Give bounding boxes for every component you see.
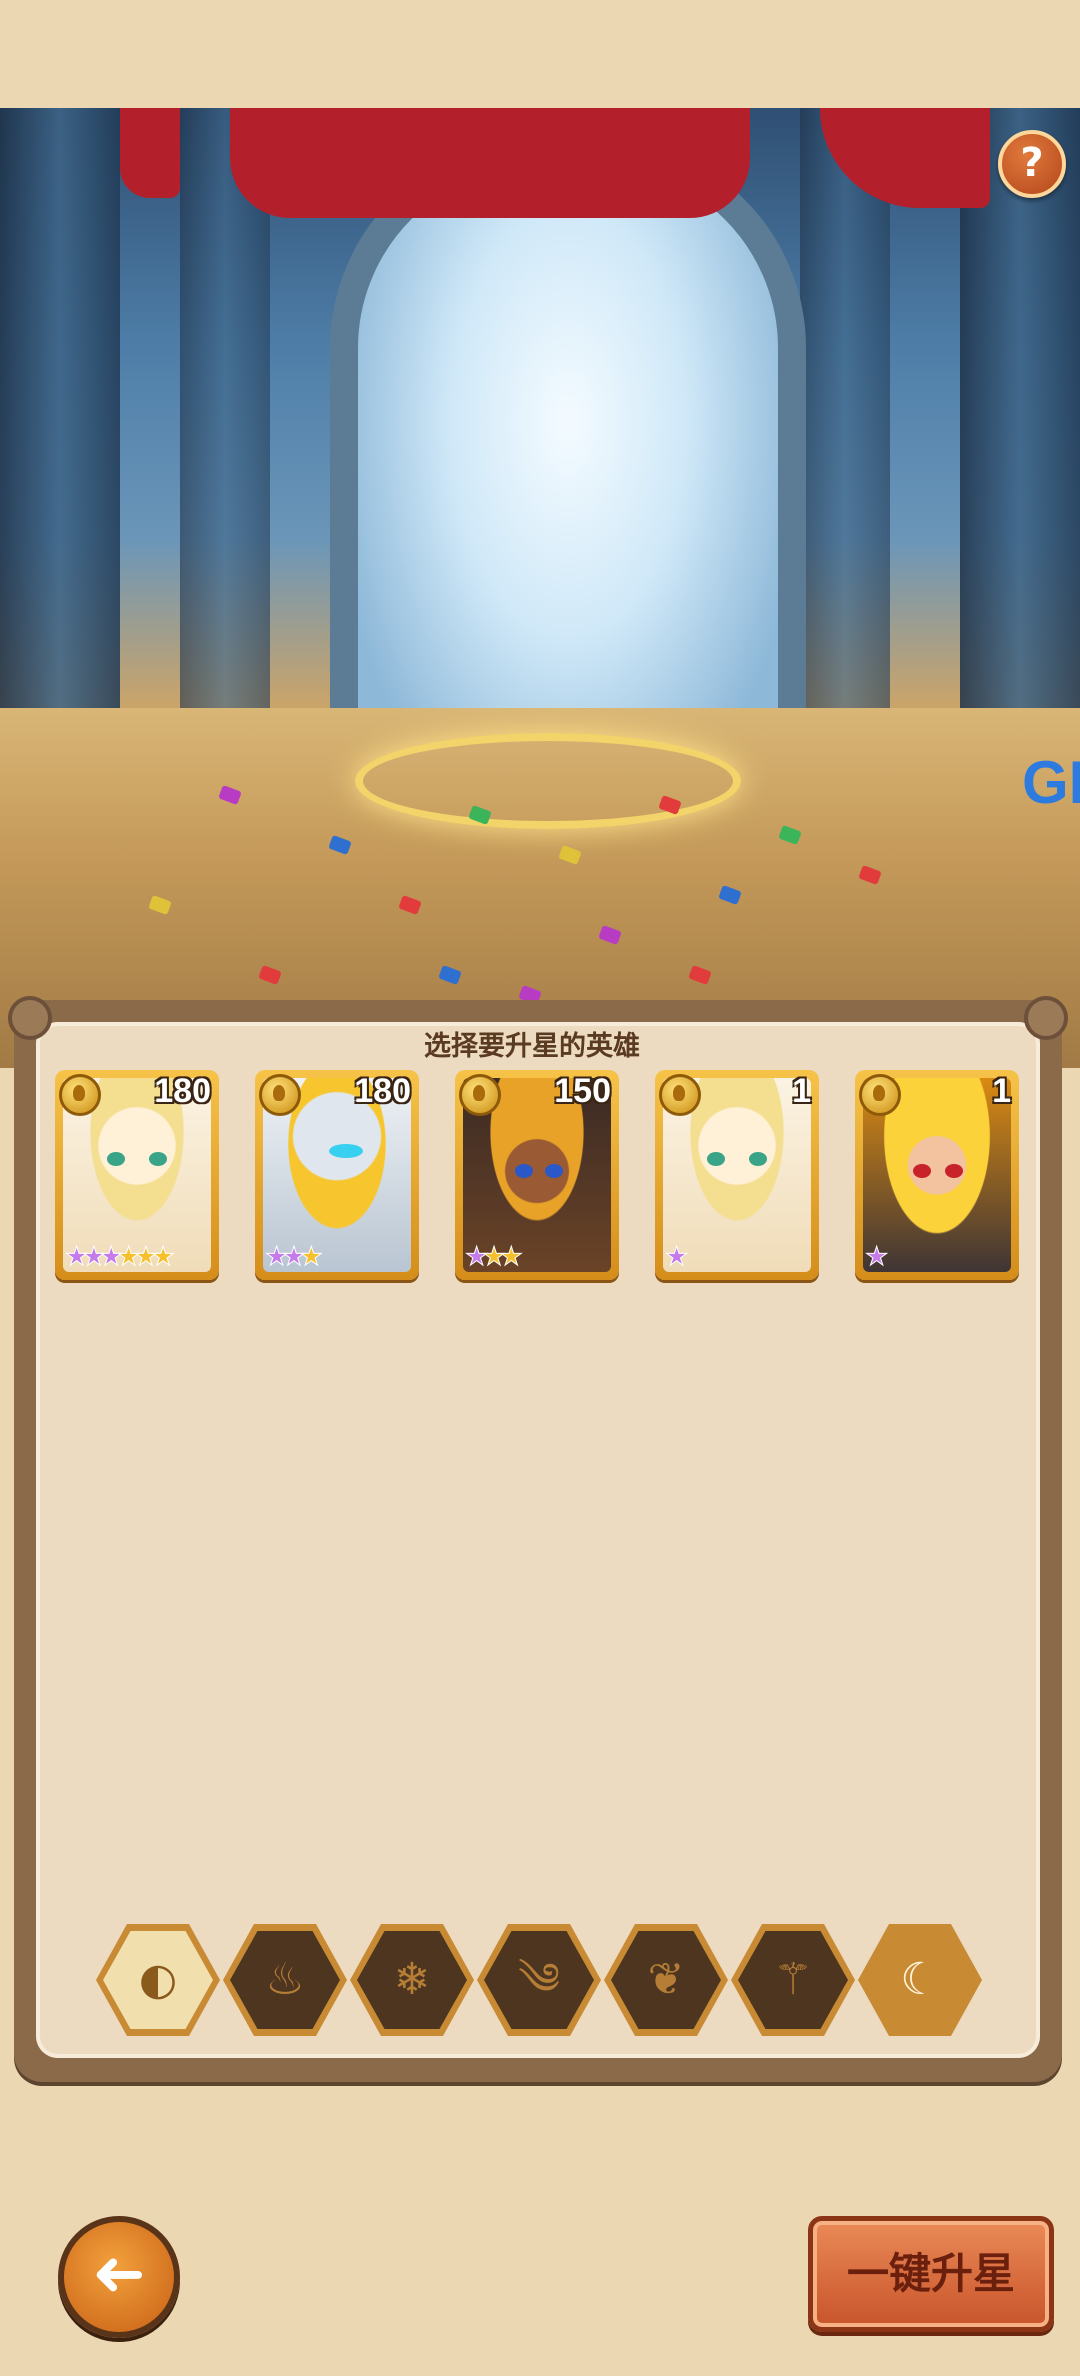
hero-card[interactable]: 1 ★ — [655, 1070, 819, 1280]
hall-background: GI — [0, 108, 1080, 1068]
back-arrow-icon: ➜ — [92, 2237, 146, 2311]
all-elements-icon: ◐ — [103, 1931, 213, 2029]
coin-icon — [59, 1074, 101, 1116]
light-crescent-icon: ☾ — [865, 1931, 975, 2029]
star-rating: ★★★ — [464, 1242, 523, 1272]
fire-icon: ♨ — [230, 1931, 340, 2029]
partial-scene-text: GI — [1022, 749, 1080, 816]
back-button[interactable]: ➜ — [58, 2216, 180, 2338]
star-rating: ★★★ — [265, 1242, 324, 1272]
hero-level: 180 — [154, 1072, 211, 1110]
coin-icon — [659, 1074, 701, 1116]
hero-card[interactable]: 180 ★★★ — [255, 1070, 419, 1280]
hero-card[interactable]: 1 ★ — [855, 1070, 1019, 1280]
snowflake-icon: ❄ — [357, 1931, 467, 2029]
one-click-upgrade-button[interactable]: 一键升星 — [808, 2216, 1054, 2332]
coin-icon — [859, 1074, 901, 1116]
coin-icon — [459, 1074, 501, 1116]
star-rating: ★ — [664, 1242, 688, 1272]
wind-icon: ༄ — [484, 1931, 594, 2029]
hero-level: 150 — [554, 1072, 611, 1110]
help-button[interactable]: ? — [998, 130, 1066, 198]
hero-card[interactable]: 150 ★★★ — [455, 1070, 619, 1280]
star-rating: ★ — [864, 1242, 888, 1272]
hero-level: 1 — [992, 1072, 1011, 1110]
hero-card[interactable]: 180 ★★★★★★ — [55, 1070, 219, 1280]
hero-level: 1 — [792, 1072, 811, 1110]
hero-level: 180 — [354, 1072, 411, 1110]
panel-title: 选择要升星的英雄 — [424, 1031, 640, 1062]
leaf-icon: ❦ — [611, 1931, 721, 2029]
dark-eye-icon: ⚚ — [738, 1931, 848, 2029]
coin-icon — [259, 1074, 301, 1116]
star-rating: ★★★★★★ — [65, 1242, 176, 1272]
